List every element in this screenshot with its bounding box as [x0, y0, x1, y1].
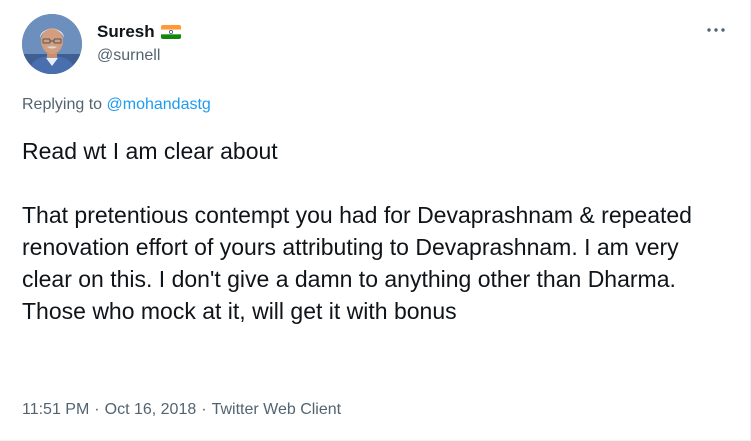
india-flag-icon [160, 25, 181, 39]
meta-separator: · [201, 401, 207, 418]
replying-to: Replying to @mohandastg [22, 95, 211, 115]
profile-photo [22, 14, 82, 74]
avatar[interactable] [22, 14, 82, 74]
tweet-date[interactable]: Oct 16, 2018 [105, 400, 197, 420]
more-options-icon [707, 28, 725, 32]
more-options-button[interactable] [704, 18, 728, 42]
tweet-source[interactable]: Twitter Web Client [212, 400, 342, 420]
author-handle[interactable]: @surnell [97, 46, 160, 66]
meta-separator: · [94, 401, 100, 418]
author-name[interactable]: Suresh [97, 21, 155, 43]
tweet-time[interactable]: 11:51 PM [22, 400, 89, 420]
tweet-paragraph-2: That pretentious contempt you had for De… [22, 202, 692, 324]
reply-mention-link[interactable]: @mohandastg [107, 96, 211, 113]
replying-to-label: Replying to [22, 96, 103, 113]
tweet-paragraph-1: Read wt I am clear about [22, 138, 278, 164]
tweet-text: Read wt I am clear about That pretentiou… [22, 135, 732, 327]
tweet-metadata: 11:51 PM · Oct 16, 2018 · Twitter Web Cl… [22, 400, 341, 420]
tweet-card: Suresh @surnell Replying to @mohandastg … [0, 0, 751, 441]
author-name-row: Suresh [97, 21, 181, 43]
